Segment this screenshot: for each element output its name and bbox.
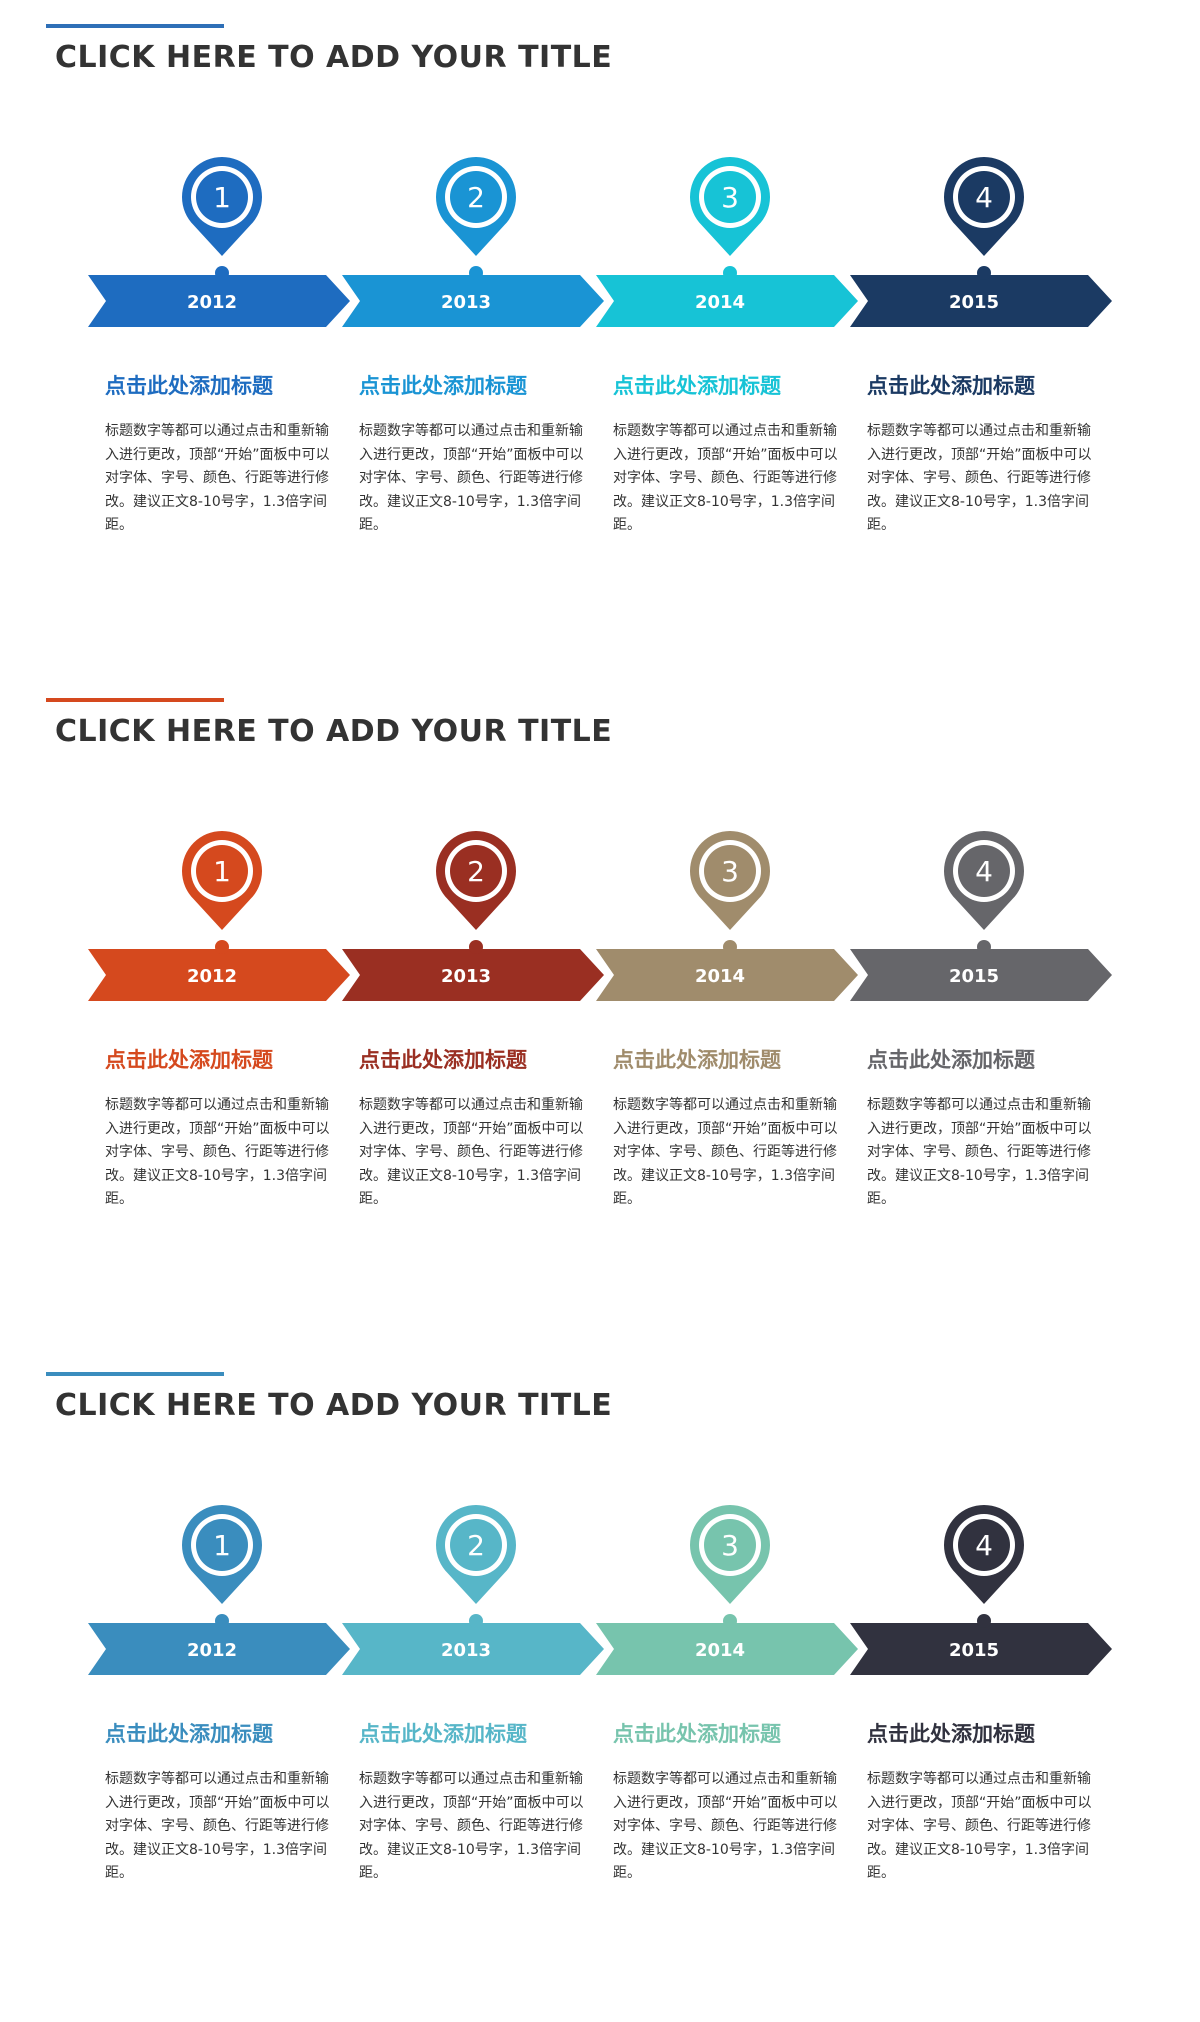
timeline-step-4: 4 2015	[850, 831, 1112, 1001]
timeline-step-4: 4 2015	[850, 1505, 1112, 1675]
step-number: 2	[467, 855, 485, 888]
item-body-text[interactable]: 标题数字等都可以通过点击和重新输入进行更改，顶部“开始”面板中可以对字体、字号、…	[613, 1768, 839, 1886]
year-label: 2015	[949, 292, 999, 313]
step-number: 1	[213, 181, 231, 214]
connector-dot	[469, 1614, 483, 1628]
connector-dot	[215, 1614, 229, 1628]
timeline-step-2: 2 2013	[342, 1505, 604, 1675]
year-label: 2013	[441, 1640, 491, 1661]
timeline-slide-3: CLICK HERE TO ADD YOUR TITLE 1 2012 2 2013 3…	[0, 1348, 1200, 2022]
connector-dot	[215, 940, 229, 954]
item-heading[interactable]: 点击此处添加标题	[105, 1044, 341, 1074]
step-number: 2	[467, 1529, 485, 1562]
timeline-graphic: 1 2012 2 2013 3 2014 4 2015	[88, 831, 1112, 1001]
timeline-item-3: 点击此处添加标题标题数字等都可以通过点击和重新输入进行更改，顶部“开始”面板中可…	[613, 1718, 849, 1886]
item-body-text[interactable]: 标题数字等都可以通过点击和重新输入进行更改，顶部“开始”面板中可以对字体、字号、…	[867, 1094, 1093, 1212]
item-body-text[interactable]: 标题数字等都可以通过点击和重新输入进行更改，顶部“开始”面板中可以对字体、字号、…	[867, 1768, 1093, 1886]
timeline-step-4: 4 2015	[850, 156, 1112, 327]
year-label: 2012	[187, 292, 237, 313]
timeline-step-3: 3 2014	[596, 156, 858, 327]
step-number: 2	[467, 181, 485, 214]
timeline-step-1: 1 2012	[88, 1505, 350, 1675]
timeline-item-2: 点击此处添加标题标题数字等都可以通过点击和重新输入进行更改，顶部“开始”面板中可…	[359, 1044, 595, 1212]
item-heading[interactable]: 点击此处添加标题	[359, 1718, 595, 1748]
step-number: 3	[721, 1529, 739, 1562]
item-body-text[interactable]: 标题数字等都可以通过点击和重新输入进行更改，顶部“开始”面板中可以对字体、字号、…	[613, 1094, 839, 1212]
item-body-text[interactable]: 标题数字等都可以通过点击和重新输入进行更改，顶部“开始”面板中可以对字体、字号、…	[105, 1768, 331, 1886]
step-number: 1	[213, 855, 231, 888]
item-body-text[interactable]: 标题数字等都可以通过点击和重新输入进行更改，顶部“开始”面板中可以对字体、字号、…	[359, 1768, 585, 1886]
timeline-item-3: 点击此处添加标题标题数字等都可以通过点击和重新输入进行更改，顶部“开始”面板中可…	[613, 1044, 849, 1212]
timeline-item-1: 点击此处添加标题标题数字等都可以通过点击和重新输入进行更改，顶部“开始”面板中可…	[105, 1718, 341, 1886]
item-heading[interactable]: 点击此处添加标题	[613, 1044, 849, 1074]
item-heading[interactable]: 点击此处添加标题	[359, 1044, 595, 1074]
item-heading[interactable]: 点击此处添加标题	[105, 370, 341, 400]
timeline-step-3: 3 2014	[596, 831, 858, 1001]
timeline-step-3: 3 2014	[596, 1505, 858, 1675]
connector-dot	[215, 266, 229, 280]
item-heading[interactable]: 点击此处添加标题	[867, 1718, 1103, 1748]
connector-dot	[977, 266, 991, 280]
year-label: 2015	[949, 966, 999, 987]
item-body-text[interactable]: 标题数字等都可以通过点击和重新输入进行更改，顶部“开始”面板中可以对字体、字号、…	[613, 420, 839, 538]
timeline-item-2: 点击此处添加标题标题数字等都可以通过点击和重新输入进行更改，顶部“开始”面板中可…	[359, 370, 595, 538]
year-label: 2014	[695, 292, 745, 313]
item-heading[interactable]: 点击此处添加标题	[867, 370, 1103, 400]
year-label: 2013	[441, 966, 491, 987]
item-heading[interactable]: 点击此处添加标题	[613, 1718, 849, 1748]
item-heading[interactable]: 点击此处添加标题	[105, 1718, 341, 1748]
timeline-graphic: 1 2012 2 2013 3 2014 4 2015	[88, 1505, 1112, 1675]
timeline-item-2: 点击此处添加标题标题数字等都可以通过点击和重新输入进行更改，顶部“开始”面板中可…	[359, 1718, 595, 1886]
timeline-item-3: 点击此处添加标题标题数字等都可以通过点击和重新输入进行更改，顶部“开始”面板中可…	[613, 370, 849, 538]
connector-dot	[977, 1614, 991, 1628]
step-number: 3	[721, 181, 739, 214]
item-heading[interactable]: 点击此处添加标题	[613, 370, 849, 400]
timeline-item-4: 点击此处添加标题标题数字等都可以通过点击和重新输入进行更改，顶部“开始”面板中可…	[867, 1718, 1103, 1886]
item-body-text[interactable]: 标题数字等都可以通过点击和重新输入进行更改，顶部“开始”面板中可以对字体、字号、…	[359, 420, 585, 538]
timeline-graphic: 1 2012 2 2013 3 2014 4 2015	[88, 156, 1112, 327]
timeline-slide-2: CLICK HERE TO ADD YOUR TITLE 1 2012 2 2013 3…	[0, 674, 1200, 1348]
year-label: 2014	[695, 966, 745, 987]
timeline-step-2: 2 2013	[342, 156, 604, 327]
item-body-text[interactable]: 标题数字等都可以通过点击和重新输入进行更改，顶部“开始”面板中可以对字体、字号、…	[867, 420, 1093, 538]
connector-dot	[723, 940, 737, 954]
item-body-text[interactable]: 标题数字等都可以通过点击和重新输入进行更改，顶部“开始”面板中可以对字体、字号、…	[105, 420, 331, 538]
year-label: 2014	[695, 1640, 745, 1661]
timeline-step-1: 1 2012	[88, 831, 350, 1001]
step-number: 4	[975, 181, 993, 214]
timeline-item-4: 点击此处添加标题标题数字等都可以通过点击和重新输入进行更改，顶部“开始”面板中可…	[867, 370, 1103, 538]
step-number: 4	[975, 855, 993, 888]
item-heading[interactable]: 点击此处添加标题	[359, 370, 595, 400]
connector-dot	[469, 266, 483, 280]
step-number: 3	[721, 855, 739, 888]
connector-dot	[723, 266, 737, 280]
timeline-item-4: 点击此处添加标题标题数字等都可以通过点击和重新输入进行更改，顶部“开始”面板中可…	[867, 1044, 1103, 1212]
item-heading[interactable]: 点击此处添加标题	[867, 1044, 1103, 1074]
year-label: 2012	[187, 1640, 237, 1661]
timeline-item-1: 点击此处添加标题标题数字等都可以通过点击和重新输入进行更改，顶部“开始”面板中可…	[105, 370, 341, 538]
timeline-item-1: 点击此处添加标题标题数字等都可以通过点击和重新输入进行更改，顶部“开始”面板中可…	[105, 1044, 341, 1212]
step-number: 1	[213, 1529, 231, 1562]
timeline-step-2: 2 2013	[342, 831, 604, 1001]
item-body-text[interactable]: 标题数字等都可以通过点击和重新输入进行更改，顶部“开始”面板中可以对字体、字号、…	[359, 1094, 585, 1212]
connector-dot	[469, 940, 483, 954]
timeline-slide-1: CLICK HERE TO ADD YOUR TITLE 1 2012 2 2013 3…	[0, 0, 1200, 674]
item-body-text[interactable]: 标题数字等都可以通过点击和重新输入进行更改，顶部“开始”面板中可以对字体、字号、…	[105, 1094, 331, 1212]
connector-dot	[977, 940, 991, 954]
year-label: 2013	[441, 292, 491, 313]
year-label: 2015	[949, 1640, 999, 1661]
step-number: 4	[975, 1529, 993, 1562]
connector-dot	[723, 1614, 737, 1628]
timeline-step-1: 1 2012	[88, 156, 350, 327]
year-label: 2012	[187, 966, 237, 987]
